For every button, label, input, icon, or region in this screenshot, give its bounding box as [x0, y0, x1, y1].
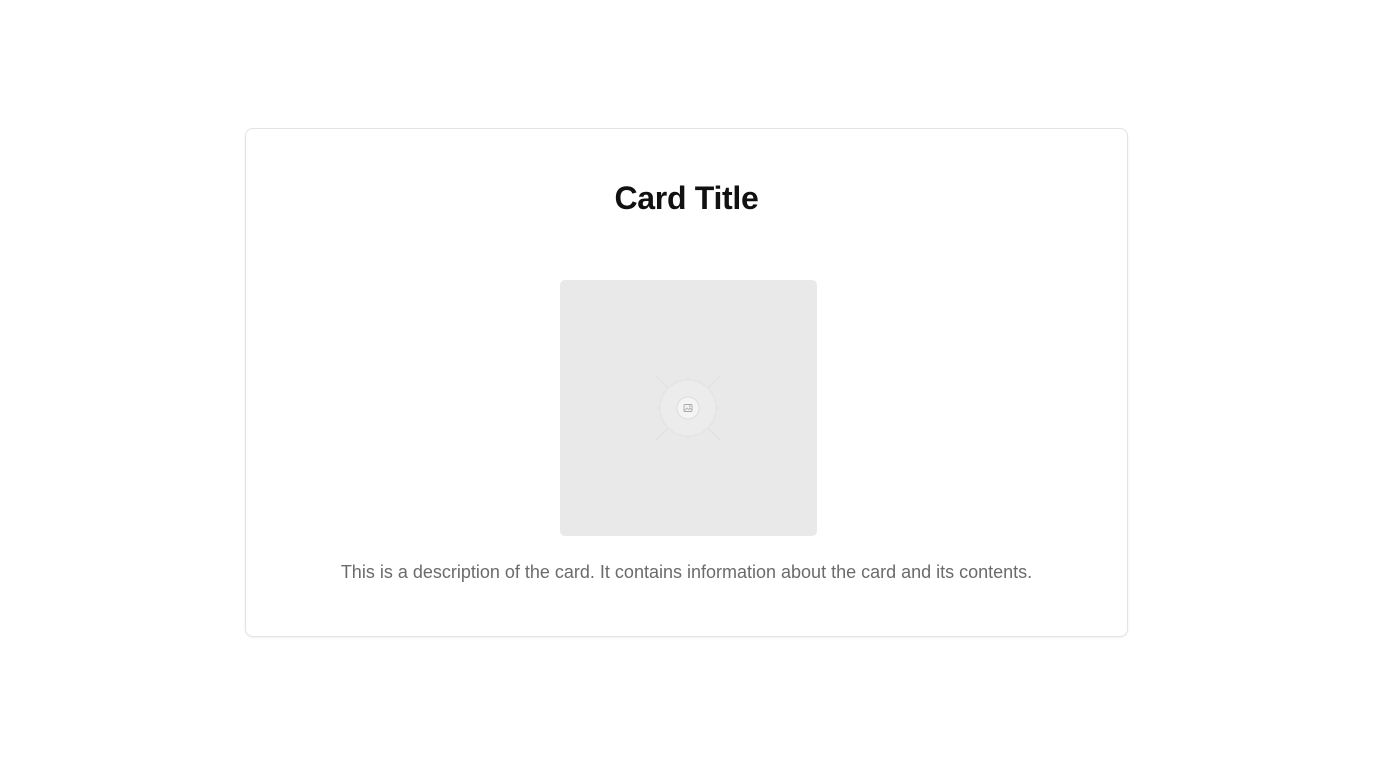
image-icon	[655, 375, 721, 441]
card-description: This is a description of the card. It co…	[340, 562, 1033, 582]
card: Card Title This is a description of the …	[245, 128, 1128, 637]
card-title: Card Title	[614, 180, 759, 216]
card-image-placeholder	[560, 280, 817, 536]
